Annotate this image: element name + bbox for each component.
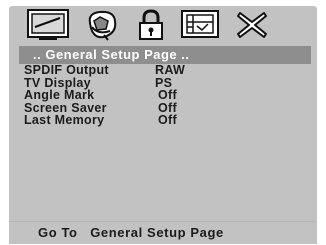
audio-setup-icon[interactable] xyxy=(84,9,120,41)
video-setup-icon[interactable] xyxy=(179,9,221,41)
general-setup-icon[interactable] xyxy=(26,9,72,41)
setting-value: Off xyxy=(158,88,177,102)
footer-text: Go To General Setup Page xyxy=(38,225,224,240)
setting-row-spdif-output[interactable]: SPDIF Output RAW xyxy=(24,64,314,77)
setting-label: Last Memory xyxy=(24,113,105,127)
footer-status: Go To General Setup Page xyxy=(9,222,317,244)
exit-icon[interactable] xyxy=(234,9,270,41)
settings-list: SPDIF Output RAW TV Display PS Angle Mar… xyxy=(24,64,314,127)
setup-menu-panel: .. General Setup Page .. SPDIF Output RA… xyxy=(9,6,317,244)
lock-icon[interactable] xyxy=(136,9,166,41)
setting-label: SPDIF Output xyxy=(24,63,109,77)
page-title: .. General Setup Page .. xyxy=(33,47,190,62)
setting-value: RAW xyxy=(155,63,186,77)
page-title-bar: .. General Setup Page .. xyxy=(19,46,311,64)
setting-label: Angle Mark xyxy=(24,88,95,102)
setting-value: Off xyxy=(158,113,177,127)
setting-row-last-memory[interactable]: Last Memory Off xyxy=(24,114,314,127)
setting-row-angle-mark[interactable]: Angle Mark Off xyxy=(24,89,314,102)
setup-icon-bar xyxy=(9,6,317,46)
